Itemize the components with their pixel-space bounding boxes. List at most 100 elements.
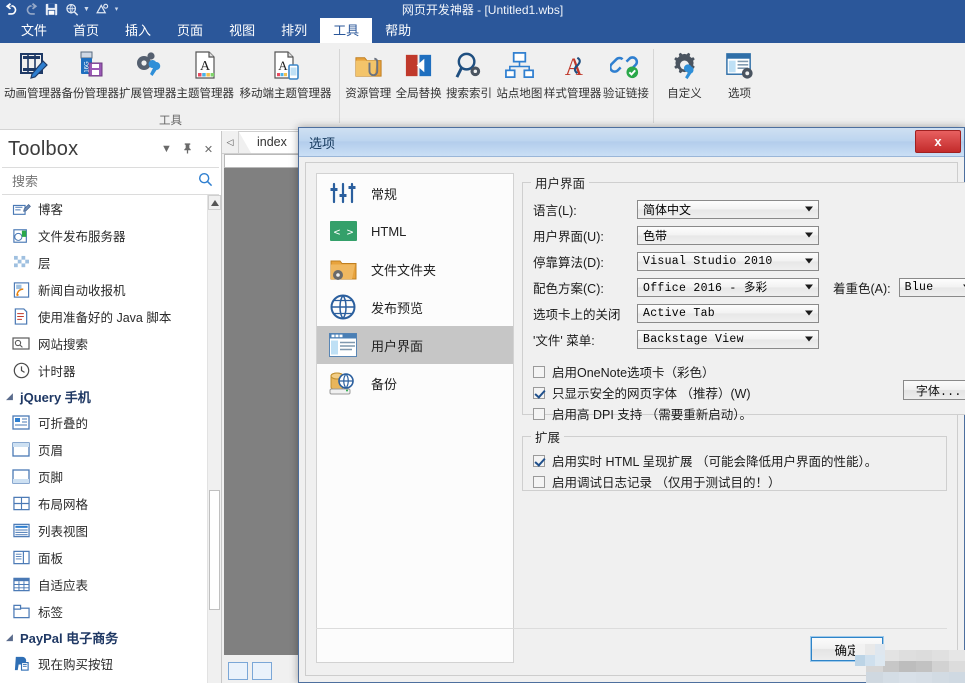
tab-help[interactable]: 帮助 — [372, 18, 424, 43]
ribbon-button-label: 资源管理 — [345, 88, 392, 100]
list-group-header[interactable]: ◢ PayPal 电子商务 — [0, 625, 208, 650]
enable-onenote-tabs-checkbox[interactable] — [533, 365, 545, 378]
svg-text:A: A — [565, 54, 583, 81]
user-interface-groupbox: 用户界面 语言(L): 简体中文 用户界面(U): 色带 停靠算法(D): Vi… — [522, 173, 965, 422]
chevron-down-icon — [805, 336, 813, 342]
accent-color-select[interactable]: Blue — [898, 277, 965, 297]
docking-algorithm-select[interactable]: Visual Studio 2010 — [637, 251, 819, 271]
ribbon-button-global-replace[interactable]: 全局替换 — [393, 47, 443, 101]
live-html-render-checkbox[interactable] — [533, 454, 545, 467]
safe-web-fonts-checkbox[interactable] — [533, 386, 545, 399]
ribbon-group-tools: 动画管理器 16G 备份管理器 扩展管理器 A 主题管理器 A 移动端主题管理器… — [4, 43, 337, 129]
category-item-general[interactable]: 常规 — [317, 174, 513, 212]
field-label: 停靠算法(D): — [533, 255, 604, 270]
list-group-label: PayPal 电子商务 — [20, 631, 119, 646]
list-item[interactable]: 博客 — [0, 195, 208, 222]
scrollbar-thumb[interactable] — [209, 490, 220, 610]
color-scheme-select[interactable]: Office 2016 - 多彩 — [637, 277, 819, 297]
film-edit-icon — [17, 47, 49, 83]
list-item[interactable]: 现在购买按钮 — [0, 650, 208, 677]
tab-insert[interactable]: 插入 — [112, 18, 164, 43]
gear-wrench-icon — [132, 47, 164, 83]
checkbox-row[interactable]: 启用高 DPI 支持 （需要重新启动）。 — [533, 403, 965, 424]
list-item[interactable]: 列表视图 — [0, 517, 208, 544]
window-layout-icon — [327, 330, 359, 360]
dialog-title: 选项 — [309, 135, 336, 151]
ribbon-button-mobile-theme-manager[interactable]: A 移动端主题管理器 — [234, 47, 337, 101]
toolbox-scrollbar[interactable] — [207, 195, 221, 683]
tab-file[interactable]: 文件 — [8, 18, 60, 43]
checkbox-row[interactable]: 只显示安全的网页字体 （推荐）(W) 字体... — [533, 380, 965, 403]
toolbox-item-list[interactable]: 博客 文件发布服务器 层 新闻自动收报机 使用准备好的 Java 脚本 网站搜索 — [0, 195, 208, 683]
dialog-title-bar: 选项 x — [299, 128, 964, 157]
tab-close-select[interactable]: Active Tab — [637, 303, 819, 323]
high-dpi-checkbox[interactable] — [533, 407, 545, 420]
listview-icon — [8, 521, 34, 541]
list-item[interactable]: 计时器 — [0, 357, 208, 384]
ribbon-button-theme-manager[interactable]: A 主题管理器 — [177, 47, 234, 101]
debug-logging-checkbox[interactable] — [533, 475, 545, 488]
list-item[interactable]: 网站搜索 — [0, 330, 208, 357]
list-item[interactable]: 布局网格 — [0, 490, 208, 517]
ribbon-button-backup-manager[interactable]: 16G 备份管理器 — [62, 47, 119, 101]
list-group-label: jQuery 手机 — [20, 390, 91, 405]
ribbon-button-resource-manager[interactable]: 资源管理 — [343, 47, 393, 101]
tab-home[interactable]: 首页 — [60, 18, 112, 43]
list-item[interactable]: 可折叠的 — [0, 409, 208, 436]
list-item[interactable]: 使用准备好的 Java 脚本 — [0, 303, 208, 330]
category-item-files-folders[interactable]: 文件文件夹 — [317, 250, 513, 288]
list-item[interactable]: 新闻自动收报机 — [0, 276, 208, 303]
list-item[interactable]: 添加到购物车按钮 — [0, 677, 208, 683]
scroll-up-icon[interactable] — [208, 195, 221, 210]
ribbon-button-label: 搜索索引 — [446, 88, 493, 100]
ribbon-button-style-manager[interactable]: A 样式管理器 — [544, 47, 602, 101]
checkbox-row[interactable]: 启用OneNote选项卡（彩色） — [533, 361, 965, 382]
font-button[interactable]: 字体... — [902, 380, 965, 400]
tab-page[interactable]: 页面 — [164, 18, 216, 43]
ribbon-button-search-index[interactable]: 搜索索引 — [444, 47, 494, 101]
close-icon[interactable]: x — [915, 130, 961, 153]
category-item-html[interactable]: < > HTML — [317, 212, 513, 250]
tab-view[interactable]: 视图 — [216, 18, 268, 43]
file-menu-select[interactable]: Backstage View — [637, 329, 819, 349]
svg-text:< >: < > — [333, 226, 353, 239]
ribbon-button-validate-links[interactable]: 验证链接 — [601, 47, 651, 101]
chevron-down-icon — [805, 258, 813, 264]
dropdown-icon[interactable]: ▼ — [160, 143, 173, 155]
tab-arrange[interactable]: 排列 — [268, 18, 320, 43]
list-item[interactable]: 标签 — [0, 598, 208, 625]
document-tab-index[interactable]: index — [238, 131, 299, 153]
tab-tools[interactable]: 工具 — [320, 18, 373, 43]
list-item[interactable]: 层 — [0, 249, 208, 276]
view-code-icon[interactable] — [252, 662, 272, 680]
language-select[interactable]: 简体中文 — [637, 199, 819, 219]
ribbon-button-animation-manager[interactable]: 动画管理器 — [4, 47, 62, 101]
field-label: 配色方案(C): — [533, 281, 604, 296]
checkbox-row[interactable]: 启用实时 HTML 呈现扩展 （可能会降低用户界面的性能）。 — [533, 450, 936, 471]
list-item[interactable]: 面板 — [0, 544, 208, 571]
list-item-label: 标签 — [38, 606, 64, 620]
list-item[interactable]: 文件发布服务器 — [0, 222, 208, 249]
ui-style-select[interactable]: 色带 — [637, 225, 819, 245]
ribbon-button-customize[interactable]: 自定义 — [657, 47, 712, 101]
ribbon-button-options[interactable]: 选项 — [712, 47, 767, 101]
tab-scroll-left-icon[interactable]: ◁ — [222, 132, 238, 153]
ribbon-button-sitemap[interactable]: 站点地图 — [494, 47, 544, 101]
list-item[interactable]: 页脚 — [0, 463, 208, 490]
category-item-user-interface[interactable]: 用户界面 — [317, 326, 513, 364]
category-item-publish-preview[interactable]: 发布预览 — [317, 288, 513, 326]
checkbox-row[interactable]: 启用调试日志记录 （仅用于测试目的！） — [533, 471, 936, 492]
list-group-header[interactable]: ◢ jQuery 手机 — [0, 384, 208, 409]
pin-icon[interactable] — [181, 142, 194, 157]
category-item-backup[interactable]: 备份 — [317, 364, 513, 402]
list-item[interactable]: 自适应表 — [0, 571, 208, 598]
list-item[interactable]: 页眉 — [0, 436, 208, 463]
search-icon[interactable] — [198, 172, 213, 190]
ribbon-button-extension-manager[interactable]: 扩展管理器 — [119, 47, 177, 101]
close-icon[interactable]: ✕ — [202, 143, 215, 156]
search-input[interactable] — [10, 172, 198, 190]
collapsible-icon — [8, 413, 34, 433]
category-list[interactable]: 常规 < > HTML 文件文件夹 发布预览 用户界面 备份 — [316, 173, 514, 663]
script-icon — [8, 307, 34, 327]
view-design-icon[interactable] — [228, 662, 248, 680]
